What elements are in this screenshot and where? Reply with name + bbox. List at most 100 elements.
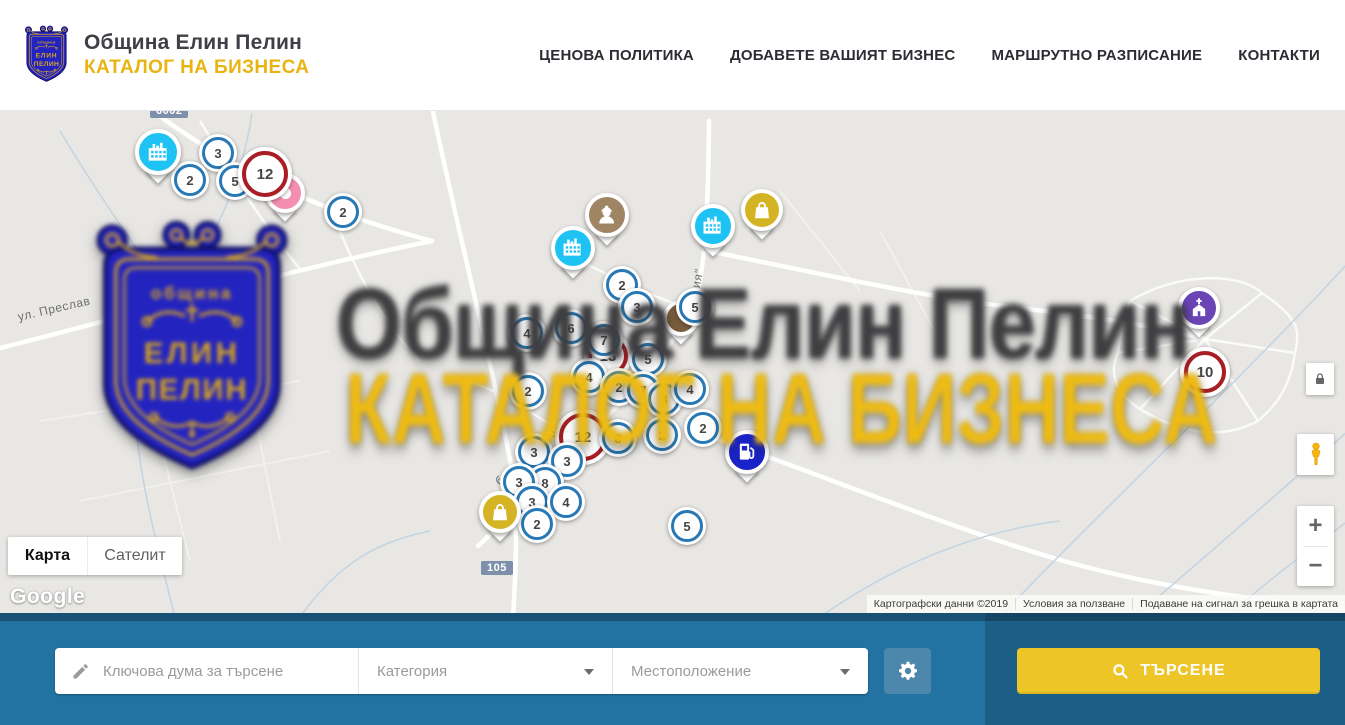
map-type-satellite-button[interactable]: Сателит: [87, 537, 182, 575]
cluster-count: 5: [683, 519, 690, 534]
road-number-label: 105: [481, 561, 513, 575]
cluster-count: 8: [660, 392, 667, 407]
map-cluster-marker[interactable]: 3: [618, 288, 656, 326]
search-button[interactable]: ТЪРСЕНЕ: [1017, 648, 1320, 694]
map-type-map-button[interactable]: Карта: [8, 537, 87, 575]
marker-factory[interactable]: [691, 204, 735, 260]
cluster-count: 2: [524, 384, 531, 399]
svg-text:ПЕЛИН: ПЕЛИН: [34, 61, 59, 68]
church-icon: [1178, 287, 1220, 329]
site-title: Община Елин Пелин: [84, 31, 309, 55]
marker-factory[interactable]: [135, 129, 181, 187]
chevron-down-icon: [584, 669, 594, 675]
cluster-count: 8: [614, 431, 621, 446]
cluster-count: 10: [1197, 364, 1214, 381]
site-subtitle: КАТАЛОГ НА БИЗНЕСА: [84, 57, 309, 79]
category-select[interactable]: Категория: [358, 648, 612, 694]
map-cluster-marker[interactable]: 2: [509, 372, 547, 410]
map-cluster-marker[interactable]: 5: [676, 288, 714, 326]
cluster-count: 4: [585, 370, 592, 385]
svg-text:ЕЛИН: ЕЛИН: [36, 53, 58, 60]
map-cluster-marker[interactable]: 10: [1180, 347, 1230, 397]
cluster-count: 12: [257, 166, 274, 183]
pencil-icon: [71, 661, 91, 681]
site-title-block: Община Елин Пелин КАТАЛОГ НА БИЗНЕСА: [84, 31, 309, 79]
map-cluster-marker[interactable]: 5: [668, 507, 706, 545]
lock-icon: [1312, 371, 1328, 387]
cluster-count: 6: [567, 321, 574, 336]
marker-bag[interactable]: [741, 189, 783, 243]
cluster-count: 3: [530, 445, 537, 460]
nav-pricing-policy[interactable]: ЦЕНОВА ПОЛИТИКА: [539, 47, 694, 64]
factory-icon: [551, 226, 595, 270]
marker-church[interactable]: [1178, 287, 1220, 341]
marker-factory[interactable]: [551, 226, 595, 282]
location-select-value: Местоположение: [631, 663, 751, 680]
site-logo[interactable]: община ЕЛИН ПЕЛИН Община Елин Пелин КАТА…: [23, 21, 309, 89]
zoom-in-button[interactable]: +: [1297, 507, 1334, 546]
cluster-count: 12: [575, 429, 592, 446]
cluster-count: 2: [699, 421, 706, 436]
pegman-control[interactable]: [1297, 434, 1334, 475]
zoom-out-button[interactable]: −: [1297, 547, 1334, 586]
cluster-count: 4: [523, 326, 530, 341]
pegman-icon: [1305, 441, 1327, 469]
map-cluster-marker[interactable]: 12: [238, 147, 292, 201]
map-canvas[interactable]: 6002105ул. Преславбул. „Новоселция" 3251…: [0, 111, 1345, 613]
search-button-label: ТЪРСЕНЕ: [1140, 662, 1225, 680]
bottom-search-bar: Категория Местоположение ТЪРСЕНЕ: [0, 613, 1345, 725]
zoom-control: + −: [1297, 506, 1334, 586]
advanced-search-button[interactable]: [884, 648, 931, 694]
cluster-count: 2: [339, 205, 346, 220]
category-select-value: Категория: [377, 663, 447, 680]
cluster-count: 2: [533, 517, 540, 532]
cluster-count: 3: [633, 300, 640, 315]
cluster-count: 7: [600, 333, 607, 348]
bag-icon: [741, 189, 783, 231]
chevron-down-icon: [840, 669, 850, 675]
map-cluster-marker[interactable]: 7: [585, 321, 623, 359]
cluster-count: 4: [562, 495, 569, 510]
map-cluster-marker[interactable]: 8: [599, 419, 637, 457]
fuel-icon: [725, 430, 769, 474]
attribution-copyright: Картографски данни ©2019: [867, 598, 1015, 610]
map-cluster-marker[interactable]: 2: [518, 505, 556, 543]
cluster-count: 5: [644, 352, 651, 367]
bar-top-shade: [0, 613, 1345, 621]
keyword-input[interactable]: [103, 663, 358, 680]
google-logo[interactable]: Google: [10, 585, 85, 609]
report-map-error-link[interactable]: Подаване на сигнал за грешка в картата: [1132, 598, 1345, 610]
cluster-count: 3: [214, 146, 221, 161]
page: община ЕЛИН ПЕЛИН Община Елин Пелин КАТА…: [0, 0, 1345, 725]
search-fields-group: Категория Местоположение: [55, 648, 868, 694]
header: община ЕЛИН ПЕЛИН Община Елин Пелин КАТА…: [0, 0, 1345, 111]
cluster-count: 2: [618, 278, 625, 293]
cluster-count: 2: [615, 380, 622, 395]
factory-icon: [135, 129, 181, 175]
map-cluster-marker[interactable]: 2: [643, 416, 681, 454]
map-type-control: Карта Сателит: [8, 537, 182, 575]
nav-add-your-business[interactable]: ДОБАВЕТЕ ВАШИЯТ БИЗНЕС: [730, 47, 955, 64]
gear-icon: [896, 659, 920, 683]
terms-of-use-link[interactable]: Условия за ползване: [1015, 598, 1132, 610]
map-cluster-marker[interactable]: 4: [671, 370, 709, 408]
factory-icon: [691, 204, 735, 248]
municipality-emblem-icon: община ЕЛИН ПЕЛИН: [23, 21, 70, 89]
cluster-count: 2: [186, 173, 193, 188]
marker-bag[interactable]: [479, 491, 521, 545]
road-number-label: 6002: [150, 111, 188, 118]
fullscreen-lock-control[interactable]: [1306, 363, 1334, 395]
marker-fuel[interactable]: [725, 430, 769, 486]
cluster-count: 2: [658, 428, 665, 443]
nav-contacts[interactable]: КОНТАКТИ: [1238, 47, 1320, 64]
bag-icon: [479, 491, 521, 533]
keyword-field[interactable]: [55, 648, 358, 694]
nav-route-schedule[interactable]: МАРШРУТНО РАЗПИСАНИЕ: [991, 47, 1202, 64]
main-nav: ЦЕНОВА ПОЛИТИКА ДОБАВЕТЕ ВАШИЯТ БИЗНЕС М…: [539, 0, 1320, 111]
map-cluster-marker[interactable]: 2: [324, 193, 362, 231]
search-icon: [1111, 662, 1130, 681]
map-cluster-marker[interactable]: 2: [684, 409, 722, 447]
map-cluster-marker[interactable]: 4: [508, 314, 546, 352]
cluster-count: 5: [691, 300, 698, 315]
location-select[interactable]: Местоположение: [612, 648, 868, 694]
